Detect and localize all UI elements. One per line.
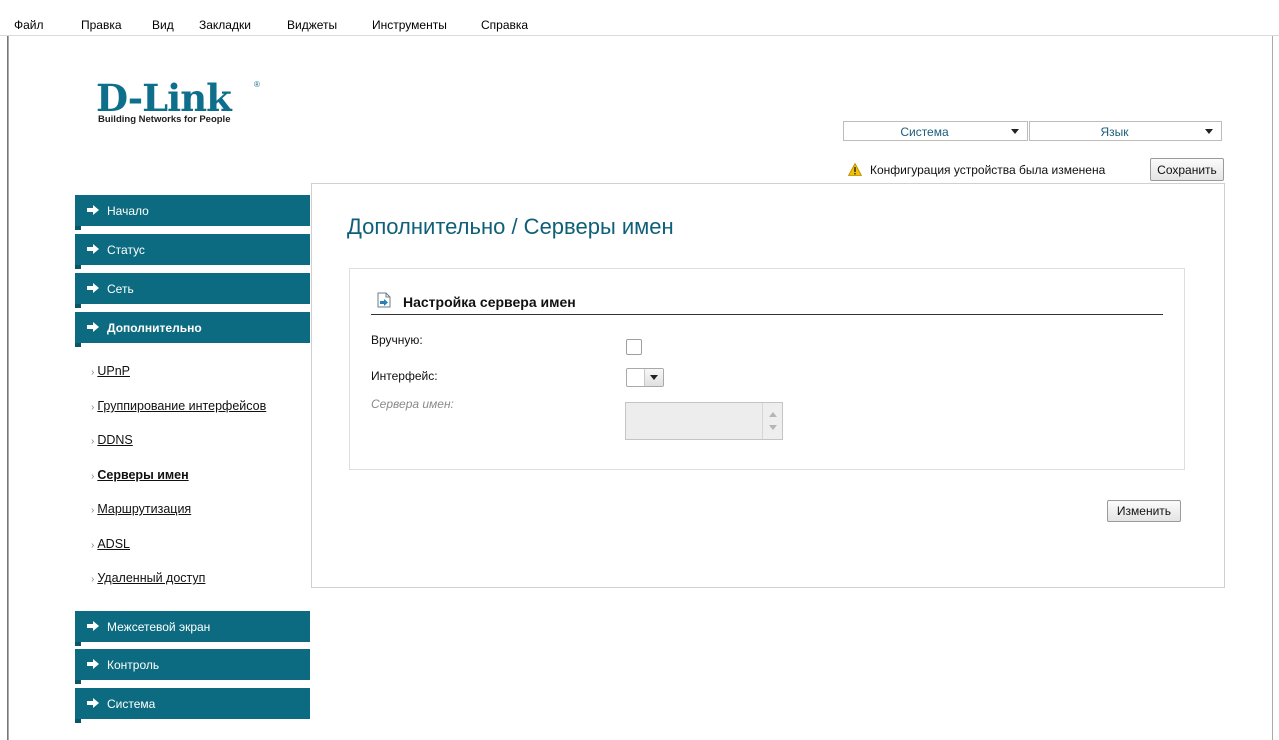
nameservers-label: Сервера имен:: [371, 397, 454, 411]
sidebar-subitem-label: Серверы имен: [97, 468, 189, 482]
language-select-value: Язык: [1100, 125, 1129, 139]
tab-shadow: [75, 226, 81, 230]
tab-shadow: [75, 343, 81, 347]
page-title: Дополнительно / Серверы имен: [347, 214, 674, 239]
arrow-right-icon: [87, 698, 99, 708]
menu-view[interactable]: Вид: [152, 18, 174, 32]
sidebar-subitem-upnp[interactable]: › UPnP: [91, 364, 130, 378]
sidebar-subitem-routing[interactable]: › Маршрутизация: [91, 502, 191, 516]
bullet-icon: ›: [91, 505, 95, 516]
sidebar-subitem-interface-grouping[interactable]: › Группирование интерфейсов: [91, 399, 266, 413]
dlink-logo: D-Link ® Building Networks for People: [96, 78, 266, 128]
sidebar-item-control[interactable]: Контроль: [75, 649, 310, 684]
logo-registered-mark: ®: [254, 80, 260, 89]
tab-shadow: [75, 304, 81, 308]
interface-label: Интерфейс:: [371, 369, 438, 383]
nameservers-scrollbar[interactable]: [762, 403, 782, 439]
arrow-right-icon: [87, 322, 99, 332]
sidebar-item-network[interactable]: Сеть: [75, 273, 310, 308]
menu-bookmarks[interactable]: Закладки: [199, 18, 251, 32]
document-arrow-icon: [377, 292, 391, 308]
sidebar-subitem-adsl[interactable]: › ADSL: [91, 537, 130, 551]
window-right-border: [1272, 36, 1274, 740]
manual-checkbox[interactable]: [626, 339, 642, 355]
bullet-icon: ›: [91, 471, 95, 482]
sidebar-item-label: Межсетевой экран: [107, 620, 211, 634]
sidebar-subitem-label: UPnP: [97, 364, 130, 378]
bullet-icon: ›: [91, 540, 95, 551]
sidebar-subitem-label: DDNS: [97, 433, 133, 447]
tab-shadow: [75, 642, 81, 646]
arrow-right-icon: [87, 244, 99, 254]
menu-widgets[interactable]: Виджеты: [287, 18, 337, 32]
chevron-down-icon: [1205, 129, 1213, 134]
sidebar-item-label: Контроль: [107, 658, 160, 672]
sidebar-item-status[interactable]: Статус: [75, 234, 310, 269]
sidebar-item-label: Дополнительно: [107, 321, 202, 335]
system-select-value: Система: [900, 125, 949, 139]
logo-tagline: Building Networks for People: [98, 114, 231, 125]
sidebar-item-label: Система: [107, 697, 156, 711]
notice-text: Конфигурация устройства была изменена: [870, 163, 1106, 177]
bullet-icon: ›: [91, 436, 95, 447]
chevron-down-icon: [1011, 129, 1019, 134]
browser-menu-bar: Файл Правка Вид Закладки Виджеты Инструм…: [0, 0, 1279, 36]
sidebar-subitem-label: ADSL: [97, 537, 130, 551]
sidebar-subitem-nameservers[interactable]: › Серверы имен: [91, 468, 189, 482]
save-button[interactable]: Сохранить: [1150, 158, 1224, 181]
section-divider: [371, 314, 1163, 315]
warning-triangle-icon: [848, 163, 862, 176]
manual-label: Вручную:: [371, 333, 423, 347]
tab-shadow: [75, 719, 81, 723]
menu-file[interactable]: Файл: [14, 18, 44, 32]
window-left-border: [7, 36, 9, 740]
sidebar-item-system[interactable]: Система: [75, 688, 310, 723]
sidebar-item-label: Статус: [107, 243, 145, 257]
sidebar-subitem-label: Группирование интерфейсов: [97, 399, 267, 413]
bullet-icon: ›: [91, 367, 95, 378]
tab-shadow: [75, 680, 81, 684]
scroll-down-icon: [769, 425, 777, 430]
tab-shadow: [75, 265, 81, 269]
sidebar-subitem-ddns[interactable]: › DDNS: [91, 433, 133, 447]
arrow-right-icon: [87, 205, 99, 215]
sidebar-item-firewall[interactable]: Межсетевой экран: [75, 611, 310, 646]
interface-select[interactable]: [626, 368, 664, 387]
arrow-right-icon: [87, 659, 99, 669]
sidebar-item-label: Сеть: [107, 282, 134, 296]
menu-help[interactable]: Справка: [481, 18, 528, 32]
logo-brand: D-Link: [96, 76, 232, 120]
sidebar-item-advanced[interactable]: Дополнительно: [75, 312, 310, 347]
apply-button[interactable]: Изменить: [1107, 500, 1181, 522]
arrow-right-icon: [87, 283, 99, 293]
sidebar-subitem-label: Удаленный доступ: [97, 571, 206, 585]
menu-edit[interactable]: Правка: [81, 18, 122, 32]
sidebar-item-start[interactable]: Начало: [75, 195, 310, 230]
bullet-icon: ›: [91, 574, 95, 585]
interface-select-button: [644, 369, 663, 386]
menu-tools[interactable]: Инструменты: [372, 18, 447, 32]
nameservers-field[interactable]: [625, 402, 783, 440]
section-title: Настройка сервера имен: [403, 294, 576, 310]
scroll-up-icon: [769, 412, 777, 417]
sidebar-subitem-remote-access[interactable]: › Удаленный доступ: [91, 571, 205, 585]
sidebar-item-label: Начало: [107, 204, 149, 218]
language-select[interactable]: Язык: [1029, 121, 1222, 141]
chevron-down-icon: [650, 375, 658, 380]
sidebar-subitem-label: Маршрутизация: [97, 502, 192, 516]
arrow-right-icon: [87, 621, 99, 631]
system-select[interactable]: Система: [843, 121, 1028, 141]
bullet-icon: ›: [91, 402, 95, 413]
